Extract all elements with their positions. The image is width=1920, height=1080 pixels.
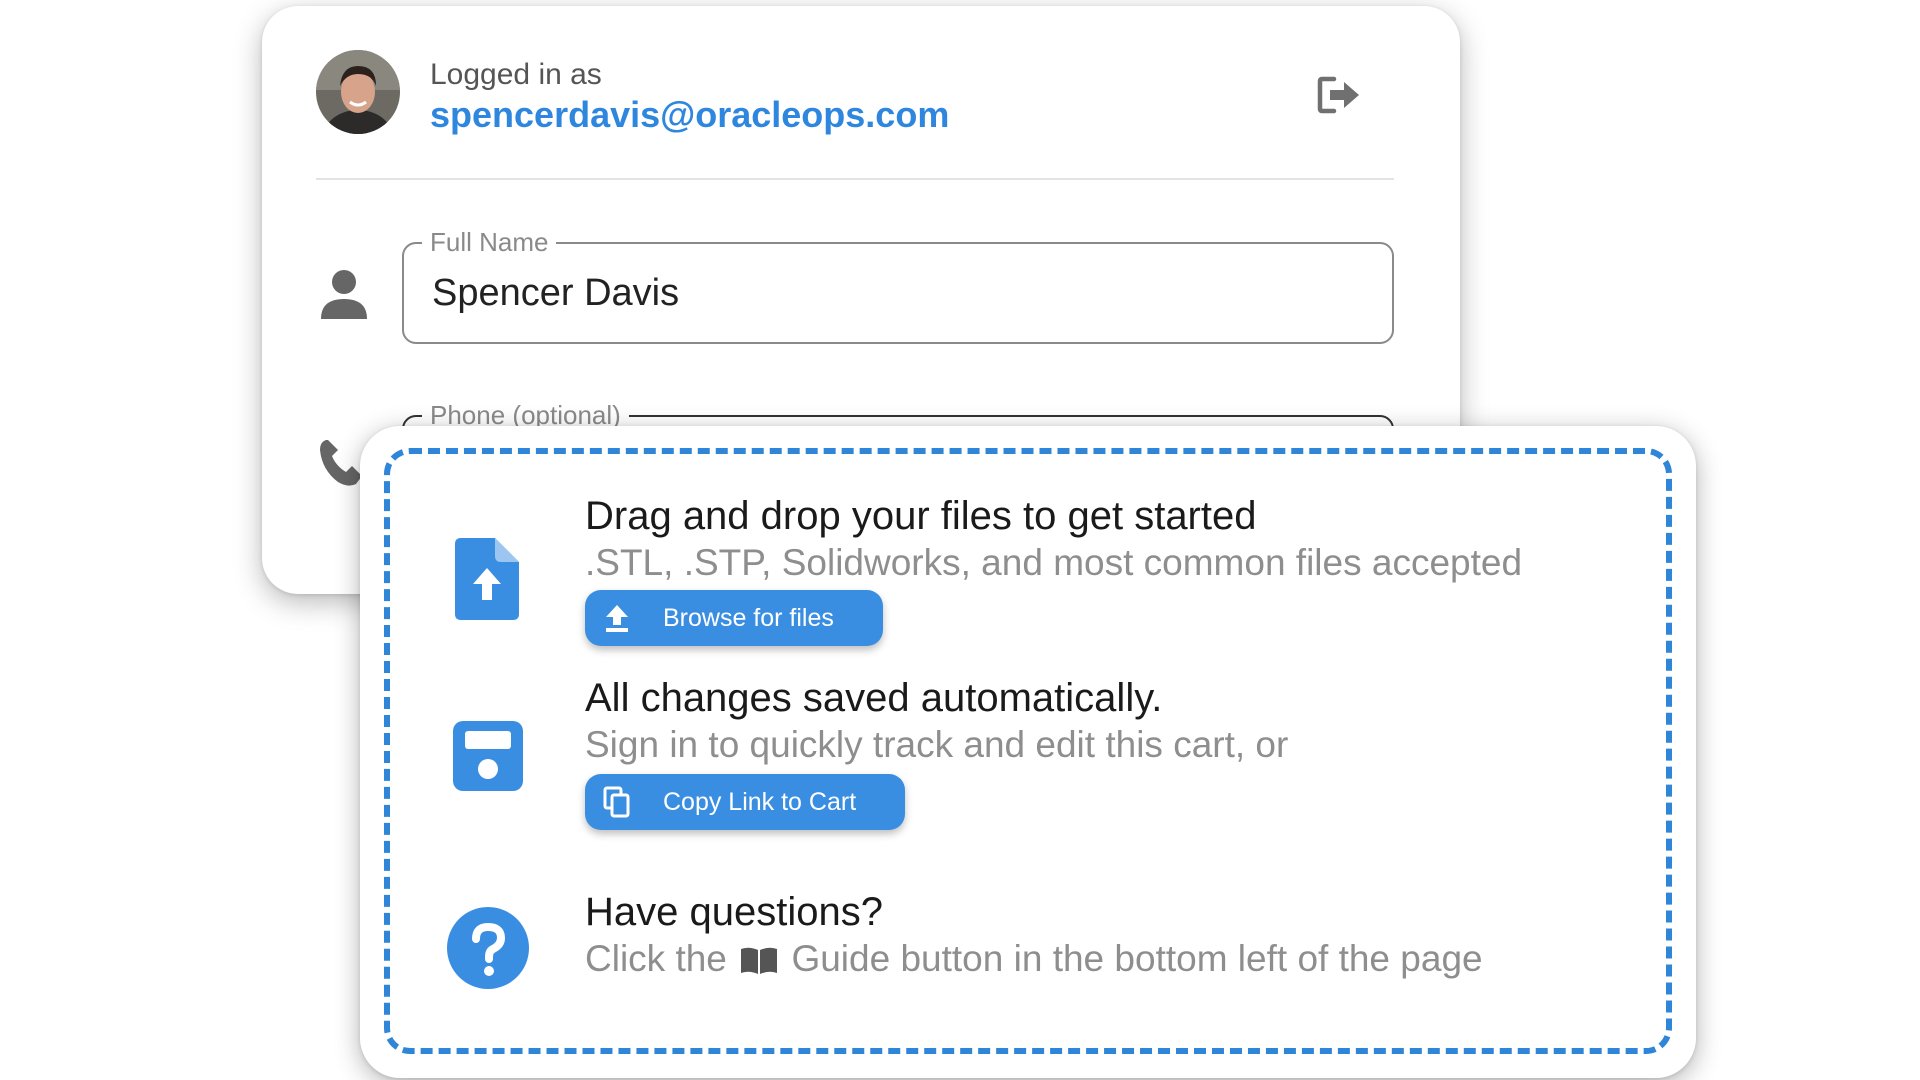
floppy-disk-icon xyxy=(452,720,524,792)
copy-icon xyxy=(585,774,649,830)
full-name-value[interactable]: Spencer Davis xyxy=(432,272,679,315)
help-title: Have questions? xyxy=(585,890,883,934)
autosave-title: All changes saved automatically. xyxy=(585,676,1163,720)
login-email: spencerdavis@oracleops.com xyxy=(430,94,950,135)
logout-button[interactable] xyxy=(1314,72,1364,118)
upload-arrow-icon xyxy=(585,590,649,646)
file-upload-icon xyxy=(452,536,522,622)
upload-card: Drag and drop your files to get started … xyxy=(360,426,1696,1078)
help-subtitle: Click the Guide button in the bottom lef… xyxy=(585,938,1483,984)
help-subtitle-before: Click the xyxy=(585,938,727,979)
upload-title: Drag and drop your files to get started xyxy=(585,494,1257,538)
upload-subtitle: .STL, .STP, Solidworks, and most common … xyxy=(585,542,1523,583)
help-subtitle-after: Guide button in the bottom left of the p… xyxy=(791,938,1483,979)
copy-link-button[interactable]: Copy Link to Cart xyxy=(585,774,905,830)
browse-files-button[interactable]: Browse for files xyxy=(585,590,883,646)
question-circle-icon xyxy=(446,906,530,990)
avatar[interactable] xyxy=(316,50,400,134)
browse-files-label: Browse for files xyxy=(663,603,834,632)
autosave-subtitle: Sign in to quickly track and edit this c… xyxy=(585,724,1289,765)
logout-icon xyxy=(1317,76,1359,114)
full-name-label: Full Name xyxy=(422,227,557,257)
login-caption: Logged in as xyxy=(430,58,602,91)
person-icon xyxy=(314,264,374,324)
full-name-field[interactable]: Full Name Spencer Davis xyxy=(402,227,1394,344)
copy-link-label: Copy Link to Cart xyxy=(663,787,857,816)
book-icon xyxy=(739,942,779,984)
header-divider xyxy=(316,178,1394,180)
file-dropzone[interactable]: Drag and drop your files to get started … xyxy=(384,448,1672,1054)
